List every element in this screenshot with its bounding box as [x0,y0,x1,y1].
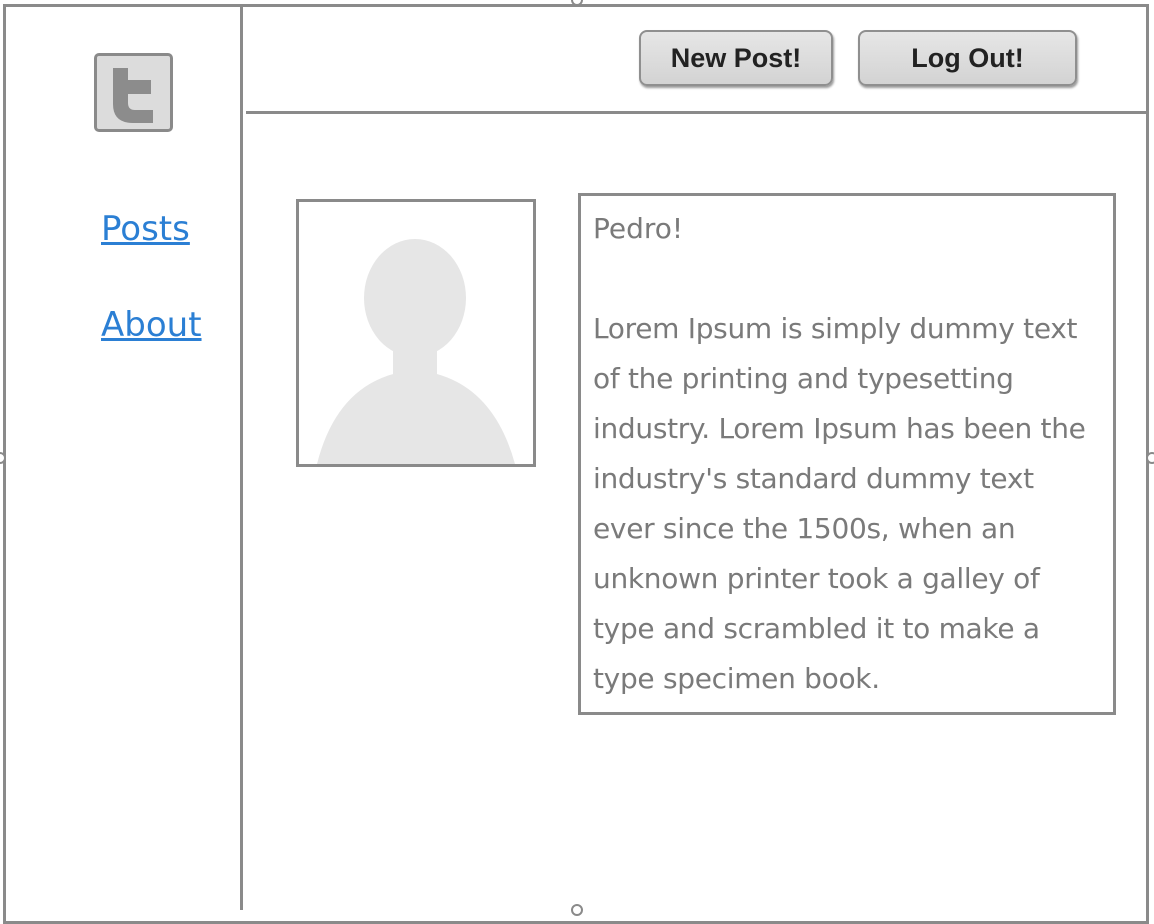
post-card: Pedro! Lorem Ipsum is simply dummy text … [578,193,1116,715]
sidebar-item-about[interactable]: About [101,308,202,342]
post-body: Lorem Ipsum is simply dummy text of the … [593,312,1086,695]
sidebar-item-posts[interactable]: Posts [101,212,190,246]
twitter-logo-icon[interactable] [94,53,173,132]
log-out-button[interactable]: Log Out! [858,30,1077,86]
resize-handle-right[interactable] [1146,452,1154,464]
sidebar-divider [240,6,243,910]
avatar [296,199,536,467]
header-divider [246,111,1149,114]
post-author: Pedro! [593,212,684,245]
resize-handle-bottom[interactable] [571,904,583,916]
user-silhouette-icon [317,239,515,464]
new-post-button[interactable]: New Post! [639,30,833,86]
